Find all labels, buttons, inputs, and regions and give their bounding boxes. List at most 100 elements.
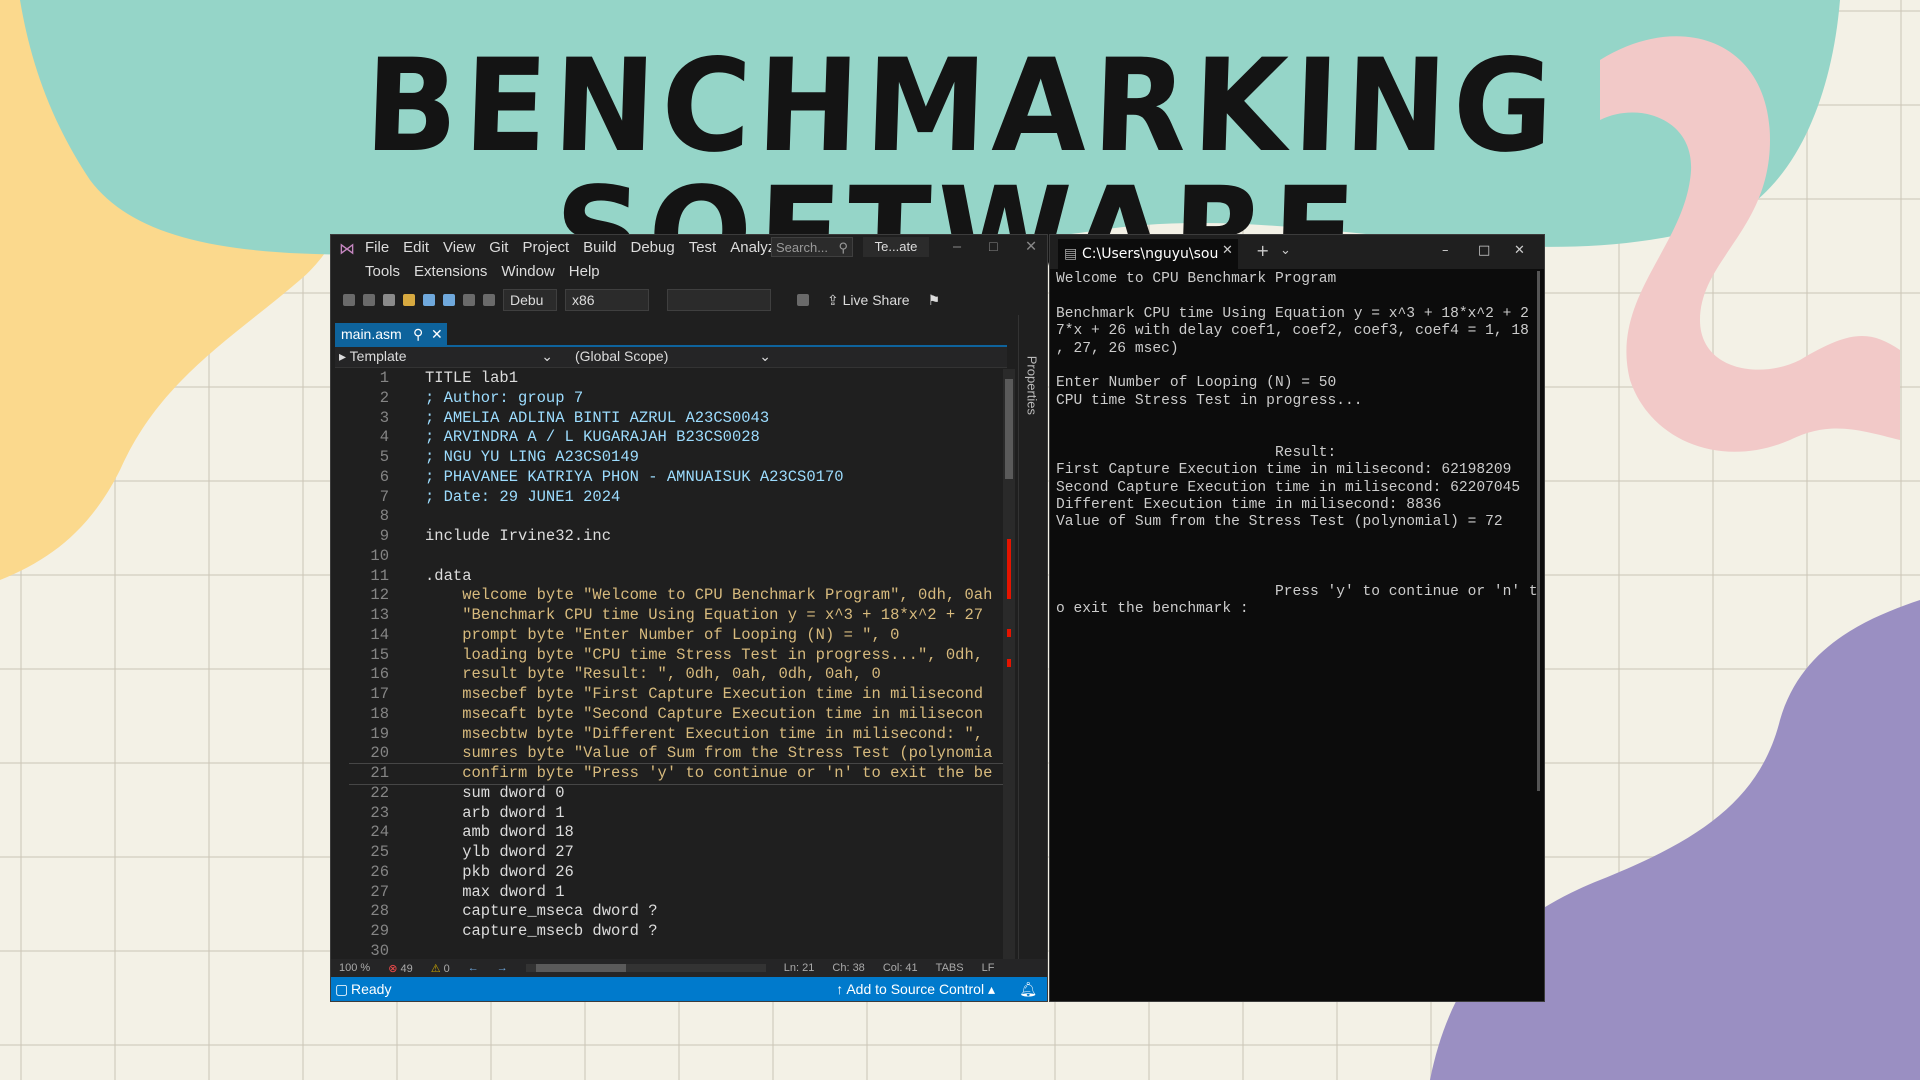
forward-icon[interactable] — [363, 294, 375, 306]
search-box[interactable]: Search... ⚲ — [771, 237, 853, 257]
menu-item-extensions[interactable]: Extensions — [414, 263, 487, 280]
code-line[interactable]: 13 "Benchmark CPU time Using Equation y … — [349, 606, 1007, 626]
code-line[interactable]: 19 msecbtw byte "Different Execution tim… — [349, 725, 1007, 745]
redo-icon[interactable] — [483, 294, 495, 306]
platform-select[interactable]: x86 — [565, 289, 649, 311]
code-line[interactable]: 7 ; Date: 29 JUNE1 2024 — [349, 488, 1007, 508]
prev-issue-icon[interactable]: ← — [468, 962, 479, 974]
line-number: 3 — [379, 408, 389, 427]
tab-main-asm[interactable]: main.asm ⚲ ✕ — [335, 323, 447, 345]
notifications-icon[interactable]: 🔔︎ — [1019, 977, 1037, 1001]
code-line[interactable]: 20 sumres byte "Value of Sum from the St… — [349, 744, 1007, 764]
code-line[interactable]: 5 ; NGU YU LING A23CS0149 — [349, 448, 1007, 468]
open-icon[interactable] — [403, 294, 415, 306]
code-line[interactable]: 6 ; PHAVANEE KATRIYA PHON - AMNUAISUK A23… — [349, 468, 1007, 488]
maximize-icon[interactable]: □ — [989, 239, 998, 255]
undo-icon[interactable] — [463, 294, 475, 306]
save-all-icon[interactable] — [443, 294, 455, 306]
menu-item-help[interactable]: Help — [569, 263, 600, 280]
code-line[interactable]: 4 ; ARVINDRA A / L KUGARAJAH B23CS0028 — [349, 428, 1007, 448]
close-icon[interactable]: ✕ — [1025, 239, 1037, 255]
editor-vertical-scrollbar[interactable] — [1003, 369, 1015, 961]
code-line[interactable]: 12 welcome byte "Welcome to CPU Benchmar… — [349, 586, 1007, 606]
startup-select[interactable] — [667, 289, 771, 311]
line-number: 12 — [370, 586, 389, 605]
terminal-tab-title: C:\Users\nguyu\sou — [1082, 246, 1219, 262]
add-to-source-control-button[interactable]: ↑ Add to Source Control ▴ — [836, 977, 995, 1001]
console-maximize-icon[interactable]: □ — [1478, 243, 1490, 258]
code-line[interactable]: 8 — [349, 507, 1007, 527]
minimize-icon[interactable]: – — [953, 239, 961, 255]
code-line[interactable]: 3 ; AMELIA ADLINA BINTI AZRUL A23CS0043 — [349, 409, 1007, 429]
code-line[interactable]: 29 capture_msecb dword ? — [349, 922, 1007, 942]
horizontal-scrollbar[interactable] — [525, 964, 766, 972]
new-tab-icon[interactable]: + — [1256, 241, 1269, 260]
line-ending[interactable]: LF — [982, 962, 995, 974]
menu-item-tools[interactable]: Tools — [365, 263, 400, 280]
code-line[interactable]: 1 TITLE lab1 — [349, 369, 1007, 389]
code-line[interactable]: 23 arb dword 1 — [349, 804, 1007, 824]
save-icon[interactable] — [423, 294, 435, 306]
code-line[interactable]: 27 max dword 1 — [349, 883, 1007, 903]
pin-icon[interactable]: ⚲ — [413, 323, 423, 345]
code-line[interactable]: 24 amb dword 18 — [349, 823, 1007, 843]
code-text: include Irvine32.inc — [425, 527, 612, 545]
zoom-level[interactable]: 100 % — [339, 962, 370, 974]
terminal-tab-close-icon[interactable]: ✕ — [1222, 243, 1233, 258]
code-line[interactable]: 2 ; Author: group 7 — [349, 389, 1007, 409]
toolbar-tool-icon[interactable] — [797, 294, 809, 306]
scope-dropdown[interactable]: (Global Scope) ⌄ — [575, 348, 775, 364]
properties-panel[interactable]: Properties — [1018, 315, 1047, 961]
console-close-icon[interactable]: ✕ — [1514, 243, 1525, 258]
console-output[interactable]: Welcome to CPU Benchmark Program Benchmar… — [1056, 271, 1538, 1001]
tab-close-icon[interactable]: ✕ — [431, 323, 443, 345]
terminal-tab[interactable]: ▤ C:\Users\nguyu\sou — [1058, 239, 1238, 269]
code-line[interactable]: 11 .data — [349, 567, 1007, 587]
tab-dropdown-icon[interactable]: ⌄ — [1280, 243, 1291, 258]
code-line[interactable]: 22 sum dword 0 — [349, 784, 1007, 804]
code-line[interactable]: 9 include Irvine32.inc — [349, 527, 1007, 547]
code-editor[interactable]: 1 TITLE lab1 2 ; Author: group 7 3 ; AMELIA A… — [349, 369, 1007, 961]
menu-item-test[interactable]: Test — [689, 239, 717, 256]
line-number: 21 — [370, 764, 389, 782]
configuration-select[interactable]: Debu — [503, 289, 557, 311]
console-window: ▤ C:\Users\nguyu\sou ✕ + ⌄ – □ ✕ Welcome… — [1049, 234, 1545, 1002]
menu-item-view[interactable]: View — [443, 239, 475, 256]
code-line[interactable]: 16 result byte "Result: ", 0dh, 0ah, 0dh… — [349, 665, 1007, 685]
console-line: First Capture Execution time in miliseco… — [1056, 462, 1512, 479]
scrollbar-thumb[interactable] — [1005, 379, 1013, 479]
code-line[interactable]: 10 — [349, 547, 1007, 567]
new-item-icon[interactable] — [383, 294, 395, 306]
code-line[interactable]: 28 capture_mseca dword ? — [349, 902, 1007, 922]
warning-count[interactable]: ⚠ 0 — [431, 962, 450, 975]
code-line[interactable]: 26 pkb dword 26 — [349, 863, 1007, 883]
menu-item-project[interactable]: Project — [522, 239, 569, 256]
code-line[interactable]: 14 prompt byte "Enter Number of Looping … — [349, 626, 1007, 646]
menu-item-build[interactable]: Build — [583, 239, 616, 256]
menu-item-window[interactable]: Window — [501, 263, 554, 280]
menu-item-git[interactable]: Git — [489, 239, 508, 256]
code-line[interactable]: 18 msecaft byte "Second Capture Executio… — [349, 705, 1007, 725]
live-share-button[interactable]: ⇪ Live Share — [827, 292, 910, 309]
code-text: capture_mseca dword ? — [425, 902, 658, 921]
line-number: 7 — [379, 487, 389, 506]
menu-item-debug[interactable]: Debug — [631, 239, 675, 256]
indent-mode[interactable]: TABS — [936, 962, 964, 974]
code-line[interactable]: 17 msecbef byte "First Capture Execution… — [349, 685, 1007, 705]
console-line: Second Capture Execution time in milisec… — [1056, 479, 1521, 496]
project-dropdown[interactable]: ▸ Template ⌄ — [339, 348, 559, 365]
console-minimize-icon[interactable]: – — [1442, 243, 1449, 258]
next-issue-icon[interactable]: → — [497, 962, 508, 974]
menu-item-edit[interactable]: Edit — [403, 239, 429, 256]
code-line[interactable]: 15 loading byte "CPU time Stress Test in… — [349, 646, 1007, 666]
back-icon[interactable] — [343, 294, 355, 306]
code-line[interactable]: 25 ylb dword 27 — [349, 843, 1007, 863]
error-count[interactable]: ⊗ 49 — [388, 962, 413, 975]
feedback-icon[interactable]: ⚑ — [928, 292, 941, 309]
code-line[interactable]: 21 confirm byte "Press 'y' to continue o… — [349, 763, 1007, 785]
console-scrollbar[interactable] — [1537, 271, 1540, 791]
menu-item-file[interactable]: File — [365, 239, 389, 256]
